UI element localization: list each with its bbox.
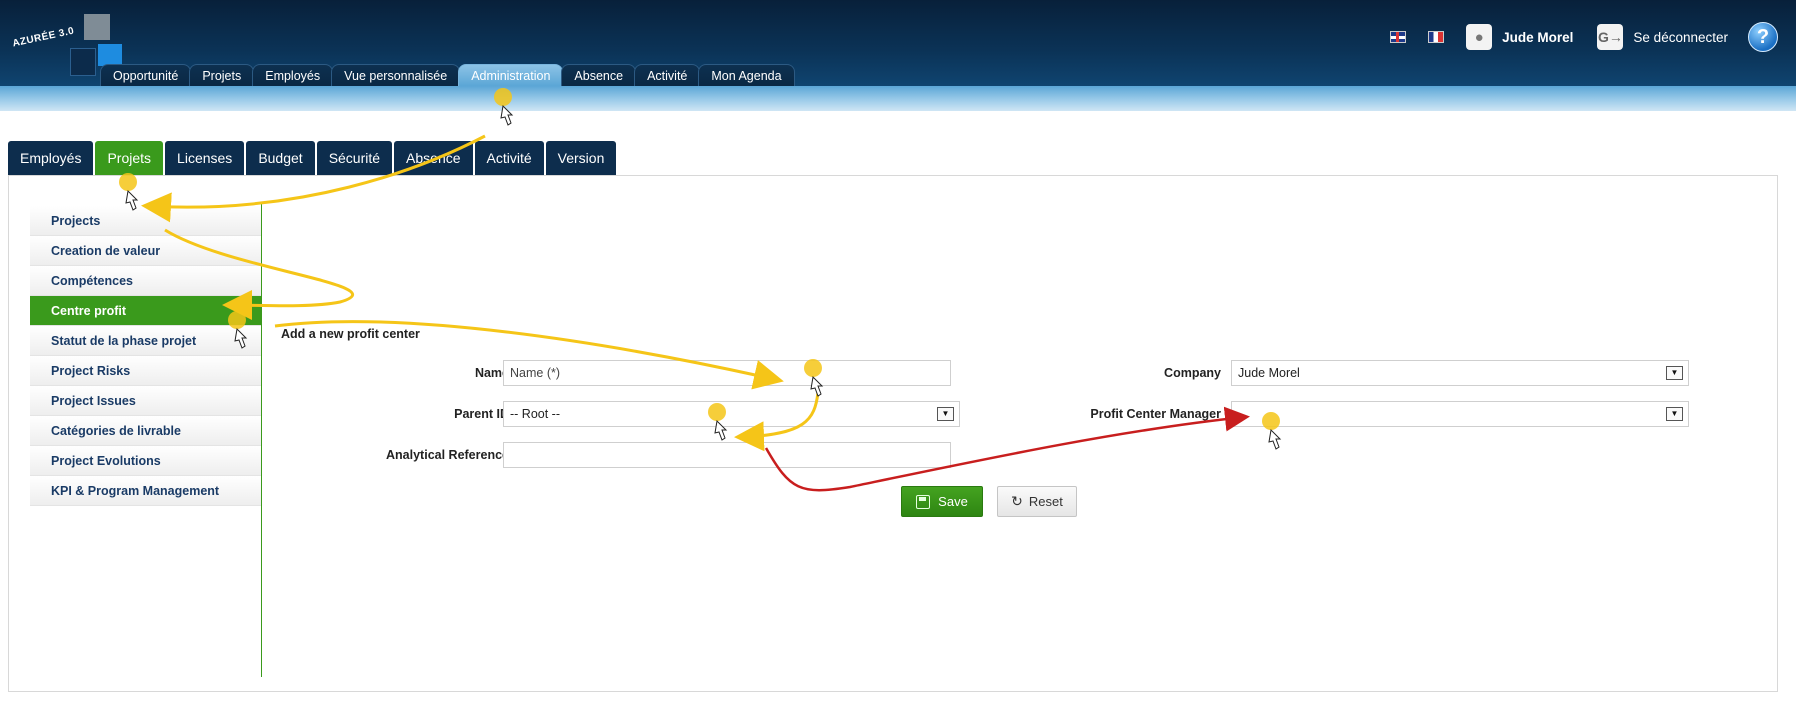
main-tab-administration[interactable]: Administration xyxy=(458,64,564,86)
content-panel: Projects Creation de valeur Compétences … xyxy=(8,175,1778,692)
sidebar-divider xyxy=(261,202,262,677)
sidebar-item-projects[interactable]: Projects xyxy=(30,206,261,236)
logo-text: AZURÉE 3.0 xyxy=(11,25,76,50)
header-band xyxy=(0,86,1796,111)
reset-button[interactable]: ↻ Reset xyxy=(997,486,1077,517)
header-toolbar: ● Jude Morel G→ Se déconnecter ? xyxy=(1390,20,1796,54)
sidebar-item-centre-profit[interactable]: Centre profit xyxy=(30,296,261,326)
subtab-projets[interactable]: Projets xyxy=(95,141,164,176)
user-avatar-icon[interactable]: ● xyxy=(1466,24,1493,50)
profit-center-manager-select[interactable]: ▼ xyxy=(1231,401,1689,427)
sidebar-item-competences[interactable]: Compétences xyxy=(30,266,261,296)
main-tab-opportunite[interactable]: Opportunité xyxy=(100,64,192,86)
sidebar-item-kpi-program-management[interactable]: KPI & Program Management xyxy=(30,476,261,506)
chevron-down-icon[interactable]: ▼ xyxy=(1666,407,1683,421)
app-header: AZURÉE 3.0 Opportunité Projets Employés … xyxy=(0,0,1796,86)
english-flag-icon[interactable] xyxy=(1390,31,1407,43)
chevron-down-icon[interactable]: ▼ xyxy=(1666,366,1683,380)
main-navigation: Opportunité Projets Employés Vue personn… xyxy=(100,64,795,86)
sidebar-item-project-evolutions[interactable]: Project Evolutions xyxy=(30,446,261,476)
logout-icon[interactable]: G→ xyxy=(1597,24,1624,50)
chevron-down-icon[interactable]: ▼ xyxy=(937,407,954,421)
subtab-absence[interactable]: Absence xyxy=(394,141,473,176)
main-tab-projets[interactable]: Projets xyxy=(189,64,255,86)
logout-link[interactable]: Se déconnecter xyxy=(1633,30,1728,45)
main-tab-vue-personnalisee[interactable]: Vue personnalisée xyxy=(331,64,461,86)
profit-center-manager-label: Profit Center Manager xyxy=(1090,407,1221,421)
company-value: Jude Morel xyxy=(1238,366,1300,380)
name-input[interactable]: Name (*) xyxy=(503,360,951,386)
french-flag-icon[interactable] xyxy=(1428,31,1445,43)
user-name[interactable]: Jude Morel xyxy=(1502,30,1573,45)
admin-sub-tabs: Employés Projets Licenses Budget Sécurit… xyxy=(8,141,618,176)
logo-square xyxy=(84,14,110,40)
logo-square xyxy=(70,48,96,76)
sidebar-item-categories-livrable[interactable]: Catégories de livrable xyxy=(30,416,261,446)
main-tab-activite[interactable]: Activité xyxy=(634,64,701,86)
subtab-licenses[interactable]: Licenses xyxy=(165,141,245,176)
refresh-icon: ↻ xyxy=(1011,493,1023,509)
analytical-reference-input[interactable] xyxy=(503,442,951,468)
logo-square xyxy=(98,44,122,66)
company-select[interactable]: Jude Morel ▼ xyxy=(1231,360,1689,386)
main-tab-absence[interactable]: Absence xyxy=(561,64,637,86)
subtab-employes[interactable]: Employés xyxy=(8,141,94,176)
main-tab-employes[interactable]: Employés xyxy=(252,64,334,86)
projects-sidebar: Projects Creation de valeur Compétences … xyxy=(30,206,261,506)
subtab-version[interactable]: Version xyxy=(545,141,617,176)
save-button[interactable]: Save xyxy=(901,486,983,517)
company-label: Company xyxy=(1164,366,1221,380)
name-label: Name xyxy=(474,366,509,380)
main-tab-mon-agenda[interactable]: Mon Agenda xyxy=(698,64,795,86)
parent-id-value: -- Root -- xyxy=(510,407,560,421)
subtab-activite[interactable]: Activité xyxy=(474,141,544,176)
subtab-securite[interactable]: Sécurité xyxy=(316,141,393,176)
help-icon[interactable]: ? xyxy=(1748,22,1778,52)
sidebar-item-project-risks[interactable]: Project Risks xyxy=(30,356,261,386)
subtab-budget[interactable]: Budget xyxy=(246,141,315,176)
save-icon xyxy=(916,494,931,509)
sidebar-item-project-issues[interactable]: Project Issues xyxy=(30,386,261,416)
parent-id-label: Parent ID xyxy=(454,407,509,421)
form-title: Add a new profit center xyxy=(281,327,420,341)
save-button-label: Save xyxy=(938,494,968,509)
sidebar-item-creation-de-valeur[interactable]: Creation de valeur xyxy=(30,236,261,266)
analytical-reference-label: Analytical Reference xyxy=(386,448,509,462)
reset-button-label: Reset xyxy=(1028,494,1063,509)
sidebar-item-statut-phase-projet[interactable]: Statut de la phase projet xyxy=(30,326,261,356)
parent-id-select[interactable]: -- Root -- ▼ xyxy=(503,401,960,427)
